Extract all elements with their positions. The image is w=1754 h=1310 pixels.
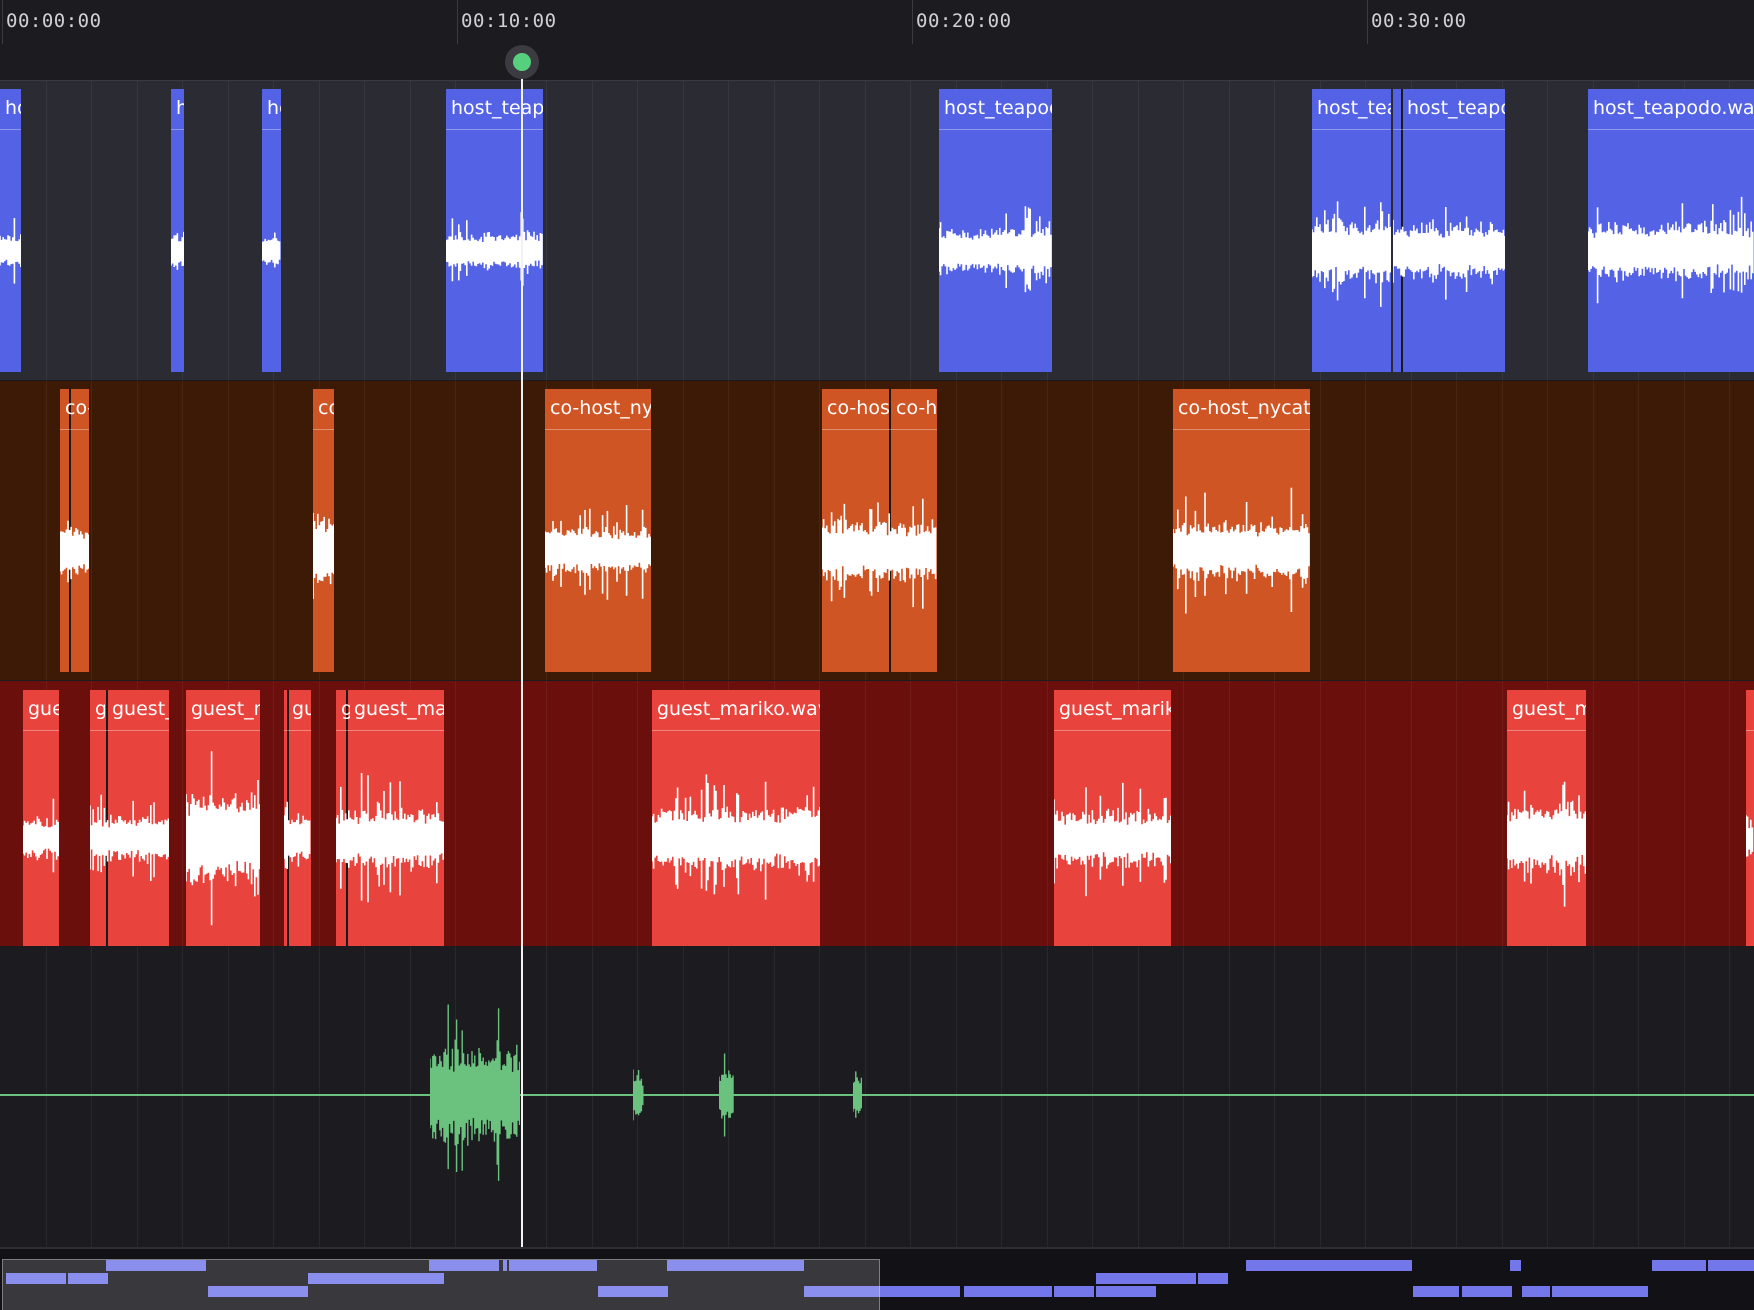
clip-label: co-host_nycat.wav [550, 397, 651, 419]
clip-label: co-host_nycat.wav [1178, 397, 1310, 419]
clip-label: guest_mariko.wav [292, 698, 311, 720]
clip-label: host_teapodo.wav [451, 97, 543, 119]
clip-label: guest_mariko.wav [112, 698, 169, 720]
cohost-clip[interactable]: co-host_nycat.wav [313, 389, 334, 672]
master-waveform-blip [853, 1071, 862, 1118]
clip-label: guest_mariko.wav [1059, 698, 1171, 720]
ruler-label-30min: 00:30:00 [1371, 10, 1467, 32]
clip-label: host_teapodo.wav [944, 97, 1052, 119]
overview-minimap[interactable] [0, 1247, 1754, 1310]
multitrack-timeline[interactable]: 00:00:00 00:10:00 00:20:00 00:30:00 host… [0, 0, 1754, 1310]
host-clip[interactable]: host_teapodo.wav [262, 89, 281, 372]
overview-viewport[interactable] [2, 1259, 880, 1310]
guest-clip[interactable]: guest_mariko.wav [284, 690, 311, 946]
clip-label: guest_mariko.wav [191, 698, 260, 720]
guest-clip[interactable]: guest_mariko.wav [1054, 690, 1171, 946]
guest-clip[interactable]: guest_mariko.wav [652, 690, 820, 946]
guest-clip[interactable]: guest_mariko.wav [1507, 690, 1586, 946]
ruler-label-20min: 00:20:00 [916, 10, 1012, 32]
clip-label: host_teapodo.wav [267, 97, 281, 119]
guest-clip[interactable]: guest_mariko.wav guest_mariko.wav [336, 690, 444, 946]
clip-label: host_teapodo.wav [1317, 97, 1391, 119]
master-baseline [0, 1094, 1754, 1096]
track-cohost[interactable]: co-host_nycat.wav co-host_nycat.wav co-h… [0, 381, 1754, 680]
clip-label: guest_mariko.wav [657, 698, 820, 720]
host-clip[interactable]: host_teapodo.wav [446, 89, 543, 372]
clip-label: guest_mariko.wav [341, 698, 350, 720]
host-clip[interactable]: host_teapodo.wav [1588, 89, 1754, 372]
host-clip[interactable]: host_teapodo.wav [0, 89, 21, 372]
cohost-clip[interactable]: co-host_nycat.wav co-host_nycat.wav [822, 389, 937, 672]
master-waveform-blip [633, 1069, 644, 1121]
clip-label: guest_mariko.wav [95, 698, 105, 720]
ruler-label-0: 00:00:00 [6, 10, 102, 32]
clip-label: guest_mariko.wav [28, 698, 59, 720]
clip-label: co-host_nycat.wav [65, 397, 89, 419]
playhead-line [521, 62, 523, 1247]
track-host[interactable]: host_teapodo.wav host_teapodo.wav host_t… [0, 81, 1754, 380]
cohost-clip[interactable]: co-host_nycat.wav [1173, 389, 1310, 672]
host-clip[interactable]: host_teapodo.wav [1393, 89, 1505, 372]
guest-clip[interactable]: guest_mariko.wav [23, 690, 59, 946]
cohost-clip[interactable]: co-host_nycat.wav [545, 389, 651, 672]
master-waveform-blip [719, 1053, 734, 1137]
master-waveform-burst [430, 1004, 520, 1181]
host-clip[interactable]: host_teapodo.wav [1312, 89, 1391, 372]
clip-label: host_teapodo.wav [1407, 97, 1505, 119]
guest-clip[interactable] [1746, 690, 1754, 946]
clip-label: co-host_nycat.wav [896, 397, 937, 419]
playhead-handle[interactable] [505, 45, 539, 79]
guest-clip[interactable]: guest_mariko.wav guest_mariko.wav [90, 690, 169, 946]
playhead-dot-icon [513, 53, 531, 71]
clip-label: co-host_nycat.wav [318, 397, 334, 419]
host-clip[interactable]: host_teapodo.wav [171, 89, 184, 372]
clip-label: host_teapodo.wav [5, 97, 21, 119]
clip-label: guest_mariko.wav [354, 698, 444, 720]
guest-clip[interactable]: guest_mariko.wav [186, 690, 260, 946]
clip-label: guest_mariko.wav [1512, 698, 1586, 720]
clip-label: host_teapodo.wav [176, 97, 184, 119]
track-guest[interactable]: guest_mariko.wav guest_mariko.wavguest_m… [0, 681, 1754, 946]
clip-label: host_teapodo.wav [1593, 97, 1754, 119]
ruler-label-10min: 00:10:00 [461, 10, 557, 32]
playhead-scrub-bar[interactable] [0, 44, 1754, 81]
clip-label: co-host_nycat.wav [827, 397, 889, 419]
track-master-mix[interactable] [0, 947, 1754, 1247]
time-ruler[interactable]: 00:00:00 00:10:00 00:20:00 00:30:00 [0, 0, 1754, 45]
host-clip[interactable]: host_teapodo.wav [939, 89, 1052, 372]
cohost-clip[interactable]: co-host_nycat.wav [60, 389, 89, 672]
